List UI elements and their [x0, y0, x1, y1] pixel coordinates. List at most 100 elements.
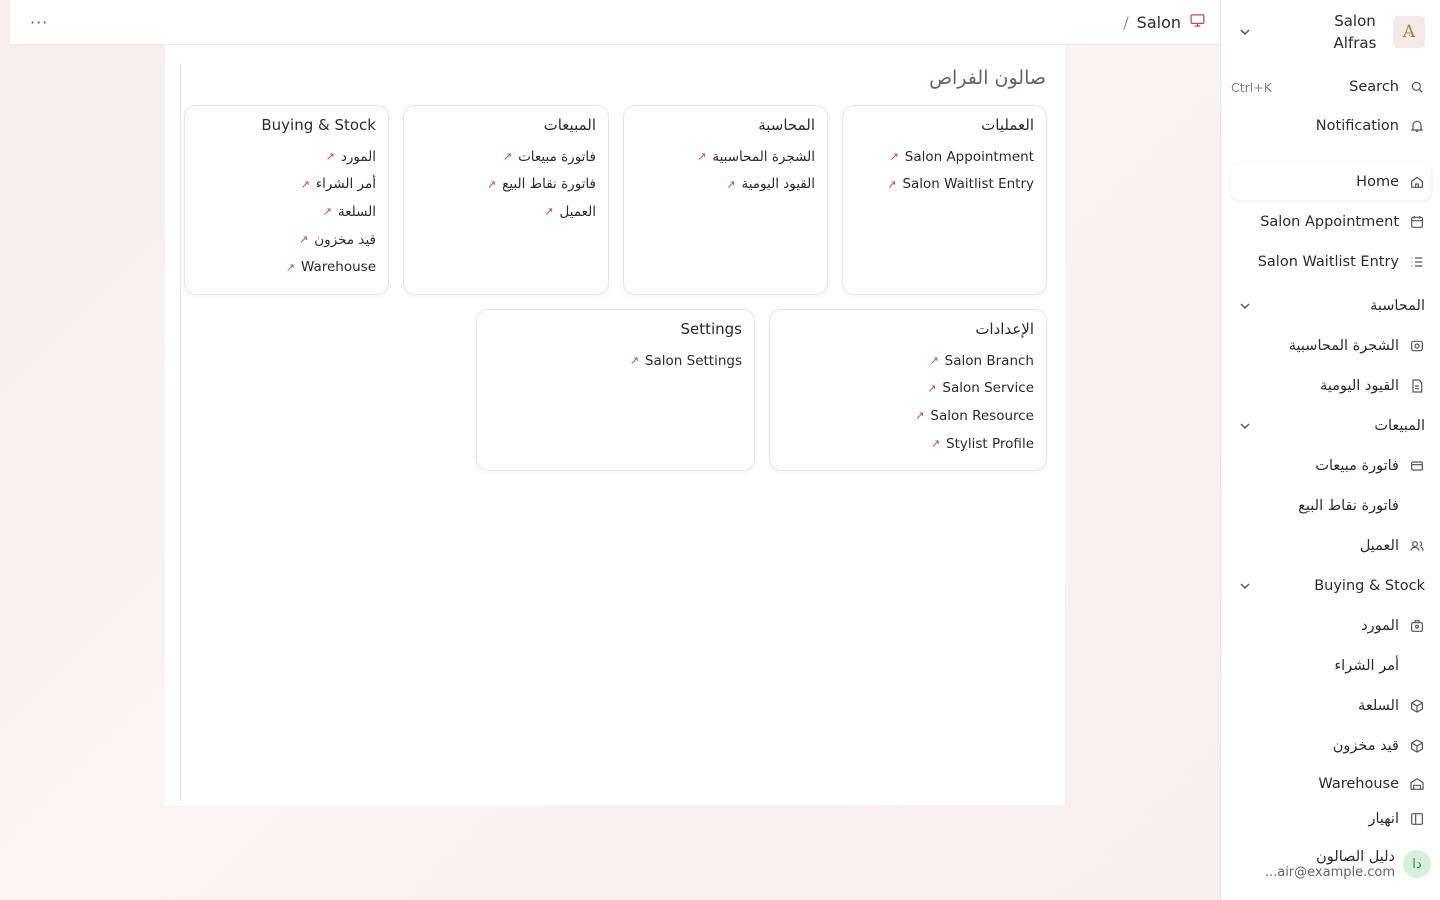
notification-button[interactable]: Notification: [1231, 108, 1431, 144]
avatar: دا: [1403, 850, 1431, 878]
brand-name: Salon Alfras: [1333, 12, 1377, 52]
link-label: Salon Settings: [644, 352, 742, 369]
eye-box-icon: [1409, 338, 1425, 354]
link-label: المورد: [340, 148, 376, 165]
user-info: دليل الصالون ...air@example.com: [1265, 849, 1395, 880]
search-shortcut: Ctrl+K: [1231, 79, 1272, 95]
chevron-down-icon: [1240, 29, 1250, 36]
arrow-up-right-icon: ↗: [915, 409, 925, 423]
sidebar-group-label: المبيعات: [1374, 418, 1425, 434]
user-name: دليل الصالون: [1316, 848, 1395, 865]
search-button[interactable]: Ctrl+K Search: [1231, 69, 1431, 105]
card-link[interactable]: Salon Branch ↗: [782, 347, 1034, 375]
search-label: Search: [1349, 79, 1399, 95]
card-link[interactable]: فاتورة مبيعات ↗: [416, 143, 596, 171]
card-title: Buying & Stock: [261, 116, 376, 134]
card-operations: العمليات Salon Appointment ↗ Salon Waitli…: [842, 105, 1047, 295]
sidebar-group-buying-stock[interactable]: Buying & Stock: [1231, 568, 1431, 604]
card-icon: [1409, 458, 1425, 474]
card-link[interactable]: المورد ↗: [197, 143, 376, 171]
sidebar-item-warehouse[interactable]: Warehouse: [1231, 768, 1431, 796]
sidebar-item-chart-of-accounts[interactable]: الشجرة المحاسبية: [1231, 328, 1431, 364]
sidebar-item-label: قيد مخزون: [1332, 738, 1399, 754]
card-link[interactable]: فاتورة نقاط البيع ↗: [416, 171, 596, 199]
notification-label: Notification: [1315, 118, 1399, 134]
breadcrumb-separator: /: [1123, 12, 1129, 32]
card-link[interactable]: Salon Appointment ↗: [855, 143, 1034, 171]
arrow-up-right-icon: ↗: [887, 177, 897, 191]
sidebar-item-supplier[interactable]: المورد: [1231, 608, 1431, 644]
card-title: العمليات: [981, 116, 1034, 134]
sidebar: Salon Alfras A Ctrl+K Search Notificatio…: [1220, 0, 1440, 900]
card-link[interactable]: Salon Service ↗: [782, 375, 1034, 403]
card-buying-stock: Buying & Stock المورد ↗ أمر الشراء ↗ السلع…: [184, 105, 389, 295]
top-bar: ··· / Salon: [10, 0, 1220, 45]
sidebar-item-sales-invoice[interactable]: فاتورة مبيعات: [1231, 448, 1431, 484]
card-link[interactable]: Salon Resource ↗: [782, 402, 1034, 430]
sidebar-group-label: المحاسبة: [1370, 298, 1425, 314]
card-setup: الإعدادات Salon Branch ↗ Salon Service ↗ S…: [769, 309, 1047, 471]
arrow-up-right-icon: ↗: [486, 177, 497, 191]
card-link[interactable]: السلعة ↗: [197, 198, 376, 226]
sidebar-group-sales[interactable]: المبيعات: [1231, 408, 1431, 444]
monitor-icon: [1189, 12, 1206, 33]
card-title: الإعدادات: [975, 320, 1034, 338]
warehouse-icon: [1409, 776, 1425, 792]
workspace-switcher[interactable]: Salon Alfras A: [1221, 10, 1440, 54]
sidebar-item-salon-appointment[interactable]: Salon Appointment: [1231, 204, 1431, 240]
page-title: صالون الفراص: [929, 67, 1046, 89]
arrow-up-right-icon: ↗: [325, 150, 335, 164]
sidebar-item-journal-entry[interactable]: القيود اليومية: [1231, 368, 1431, 404]
sidebar-item-label: Salon Appointment: [1260, 214, 1399, 230]
card-link[interactable]: الشجرة المحاسبية ↗: [636, 143, 815, 171]
sidebar-item-item[interactable]: السلعة: [1231, 688, 1431, 724]
sidebar-item-purchase-order[interactable]: أمر الشراء: [1231, 648, 1431, 684]
arrow-up-right-icon: ↗: [927, 381, 937, 395]
sidebar-item-label: أمر الشراء: [1334, 658, 1399, 674]
card-link[interactable]: Salon Waitlist Entry ↗: [855, 171, 1034, 199]
card-link[interactable]: أمر الشراء ↗: [197, 171, 376, 199]
link-label: Salon Service: [942, 380, 1034, 397]
card-title: المحاسبة: [758, 116, 815, 134]
users-icon: [1409, 538, 1425, 554]
sidebar-item-label: Warehouse: [1318, 776, 1399, 792]
box-icon: [1409, 738, 1425, 754]
arrow-up-right-icon: ↗: [697, 150, 707, 164]
link-label: Salon Branch: [944, 352, 1034, 369]
list-icon: [1409, 254, 1425, 270]
arrow-up-right-icon: ↗: [502, 150, 513, 164]
sidebar-group-accounting[interactable]: المحاسبة: [1231, 288, 1431, 324]
card-link[interactable]: القيود اليومية ↗: [636, 171, 815, 199]
link-label: Salon Resource: [930, 407, 1034, 424]
arrow-up-right-icon: ↗: [929, 354, 939, 368]
sidebar-item-pos-invoice[interactable]: فاتورة نقاط البيع: [1231, 488, 1431, 524]
card-link[interactable]: Salon Settings ↗: [489, 347, 742, 375]
arrow-up-right-icon: ↗: [544, 205, 554, 219]
arrow-up-right-icon: ↗: [726, 177, 736, 191]
brand: Salon Alfras A: [1325, 10, 1425, 54]
collapse-label: انهيار: [1368, 811, 1399, 827]
card-link[interactable]: Warehouse ↗: [197, 253, 376, 281]
link-label: فاتورة مبيعات: [518, 148, 596, 165]
user-email: ...air@example.com: [1264, 864, 1395, 880]
search-icon: [1409, 79, 1425, 95]
sidebar-collapse-icon: [1409, 811, 1425, 827]
card-link[interactable]: Stylist Profile ↗: [782, 430, 1034, 458]
breadcrumb-current[interactable]: Salon: [1137, 13, 1181, 32]
sidebar-item-salon-waitlist-entry[interactable]: Salon Waitlist Entry: [1231, 244, 1431, 280]
link-label: فاتورة نقاط البيع: [502, 176, 596, 193]
user-menu[interactable]: دليل الصالون ...air@example.com دا: [1231, 842, 1431, 886]
calendar-icon: [1409, 214, 1425, 230]
sidebar-item-home[interactable]: Home: [1231, 164, 1431, 200]
collapse-sidebar-button[interactable]: انهيار: [1231, 801, 1431, 837]
workspace-panel: صالون الفراص العمليات Salon Appointment ↗…: [165, 45, 1065, 805]
card-link[interactable]: العميل ↗: [416, 198, 596, 226]
sidebar-item-customer[interactable]: العميل: [1231, 528, 1431, 564]
arrow-up-right-icon: ↗: [300, 177, 310, 191]
chevron-down-icon: [1240, 583, 1250, 590]
sidebar-item-stock-entry[interactable]: قيد مخزون: [1231, 728, 1431, 764]
card-settings: Settings Salon Settings ↗: [476, 309, 755, 471]
link-label: Salon Appointment: [904, 148, 1034, 165]
card-link[interactable]: قيد مخزون ↗: [197, 226, 376, 254]
more-options-button[interactable]: ···: [30, 13, 48, 32]
